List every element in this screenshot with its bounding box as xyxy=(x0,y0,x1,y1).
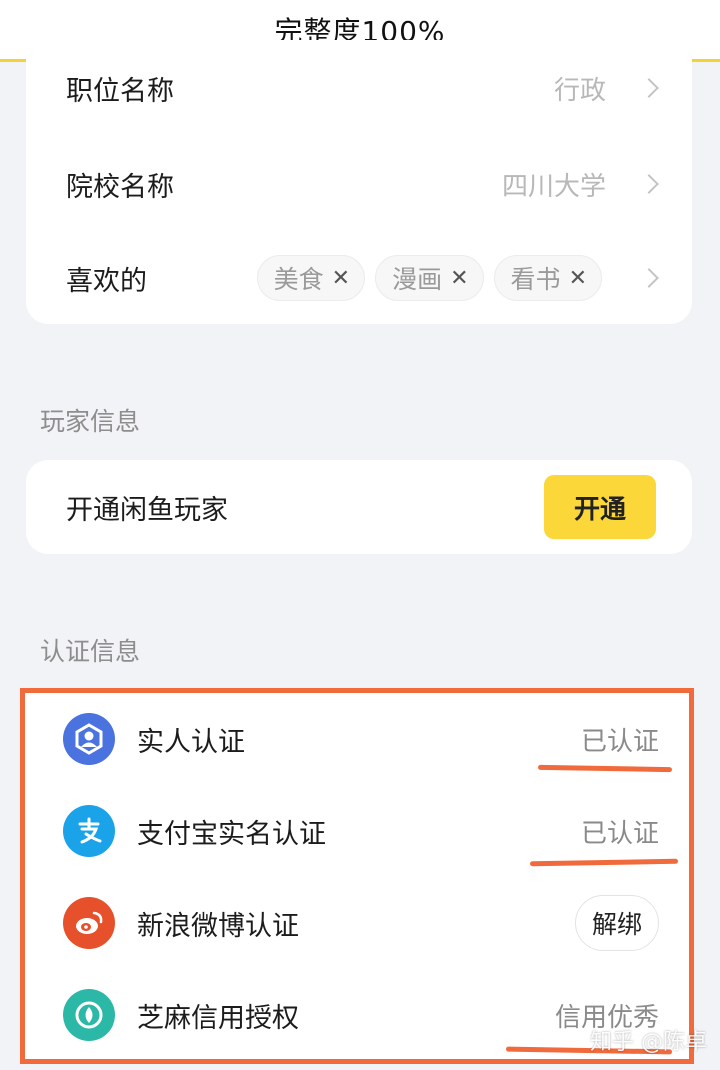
position-row[interactable]: 职位名称 行政 xyxy=(26,40,692,136)
school-row[interactable]: 院校名称 四川大学 xyxy=(26,136,692,232)
auth-label: 芝麻信用授权 xyxy=(137,1002,299,1034)
likes-tags: 美食 ✕ 漫画 ✕ 看书 ✕ xyxy=(256,255,602,301)
likes-label: 喜欢的 xyxy=(66,265,147,297)
face-id-icon xyxy=(63,713,115,765)
chevron-right-icon xyxy=(639,268,659,288)
like-tag[interactable]: 美食 ✕ xyxy=(256,255,366,301)
like-tag-label: 看书 xyxy=(510,265,561,294)
open-button[interactable]: 开通 xyxy=(544,475,656,539)
weibo-icon xyxy=(63,897,115,949)
chevron-right-icon xyxy=(639,174,659,194)
player-row: 开通闲鱼玩家 开通 xyxy=(26,460,692,554)
auth-label: 新浪微博认证 xyxy=(137,910,299,942)
sesame-credit-icon xyxy=(63,989,115,1041)
auth-row-weibo[interactable]: 新浪微博认证 解绑 xyxy=(25,877,689,969)
likes-row[interactable]: 喜欢的 美食 ✕ 漫画 ✕ 看书 ✕ xyxy=(26,230,692,326)
position-label: 职位名称 xyxy=(66,75,174,107)
school-value: 四川大学 xyxy=(501,171,606,202)
watermark-text: 知乎 @陈卓 xyxy=(590,1030,707,1055)
auth-status: 已认证 xyxy=(580,818,659,849)
remove-tag-icon[interactable]: ✕ xyxy=(332,266,350,291)
like-tag[interactable]: 漫画 ✕ xyxy=(375,255,484,301)
auth-label: 支付宝实名认证 xyxy=(137,818,326,850)
auth-section-title: 认证信息 xyxy=(40,637,141,666)
player-row-label: 开通闲鱼玩家 xyxy=(66,494,228,526)
like-tag-label: 漫画 xyxy=(392,265,443,294)
remove-tag-icon[interactable]: ✕ xyxy=(569,266,587,291)
position-value: 行政 xyxy=(553,75,606,106)
like-tag[interactable]: 看书 ✕ xyxy=(493,255,602,301)
player-card: 开通闲鱼玩家 开通 xyxy=(26,460,692,554)
unbind-button[interactable]: 解绑 xyxy=(574,895,659,951)
chevron-right-icon xyxy=(639,78,659,98)
remove-tag-icon[interactable]: ✕ xyxy=(450,266,468,291)
auth-row-real-person[interactable]: 实人认证 已认证 xyxy=(25,693,689,785)
auth-status: 已认证 xyxy=(580,726,659,757)
auth-card: 实人认证 已认证 支付宝实名认证 已认证 新浪微博认证 解绑 芝麻信用授权 信用… xyxy=(20,688,694,1064)
like-tag-label: 美食 xyxy=(273,265,324,294)
profile-card: 职位名称 行政 院校名称 四川大学 喜欢的 美食 ✕ 漫画 ✕ 看书 ✕ xyxy=(26,40,692,324)
school-label: 院校名称 xyxy=(66,171,174,203)
player-section-title: 玩家信息 xyxy=(40,407,141,436)
alipay-icon xyxy=(63,805,115,857)
auth-label: 实人认证 xyxy=(137,726,245,758)
